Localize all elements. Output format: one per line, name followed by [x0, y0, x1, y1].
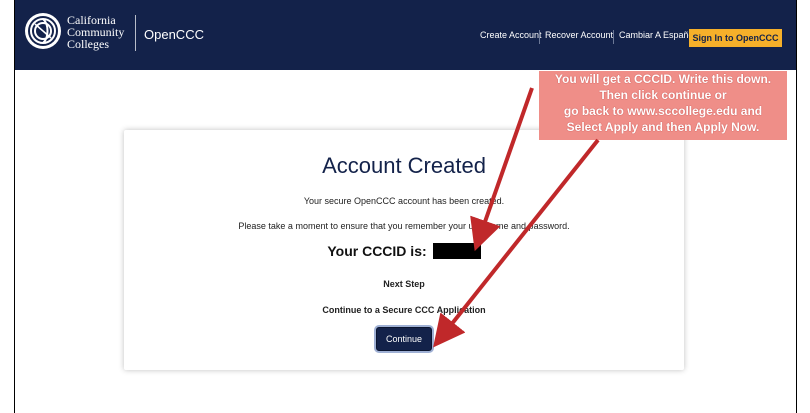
continue-button[interactable]: Continue [376, 327, 432, 351]
create-account-link[interactable]: Create Account [480, 30, 542, 40]
header-divider [135, 15, 136, 51]
frame-right-border [796, 0, 797, 413]
account-created-message: Your secure OpenCCC account has been cre… [303, 196, 505, 206]
account-created-card: Account Created Your secure OpenCCC acco… [124, 130, 684, 370]
logo-line-3: Colleges [67, 37, 109, 51]
spanish-language-link[interactable]: Cambiar A Español [619, 30, 696, 40]
cccid-label: Your CCCID is: [327, 243, 427, 259]
callout-line-2: Then click continue or [599, 88, 727, 102]
nav-separator [539, 30, 540, 44]
callout-line-4: Select Apply and then Apply Now. [566, 120, 760, 134]
callout-line-3: go back to www.sccollege.edu and [563, 104, 763, 118]
page: California Community Colleges OpenCCC Cr… [15, 0, 796, 413]
continue-to-application-text: Continue to a Secure CCC Application [322, 305, 486, 315]
remember-credentials-message: Please take a moment to ensure that you … [238, 221, 570, 231]
nav-separator [613, 30, 614, 44]
ccc-logo-icon[interactable] [24, 12, 62, 50]
cccid-row: Your CCCID is: [124, 243, 684, 259]
ccc-logo-text[interactable]: California Community Colleges [67, 14, 124, 50]
callout-line-1: You will get a CCCID. Write this down. [554, 72, 772, 86]
sign-in-button[interactable]: Sign In to OpenCCC [689, 29, 782, 47]
header-bar: California Community Colleges OpenCCC Cr… [15, 0, 796, 70]
instruction-callout: You will get a CCCID. Write this down. T… [539, 71, 787, 140]
next-step-heading: Next Step [383, 279, 425, 289]
cccid-redacted-value [432, 243, 481, 259]
app-name: OpenCCC [144, 27, 204, 42]
page-title: Account Created [322, 153, 486, 178]
recover-account-link[interactable]: Recover Account [545, 30, 613, 40]
